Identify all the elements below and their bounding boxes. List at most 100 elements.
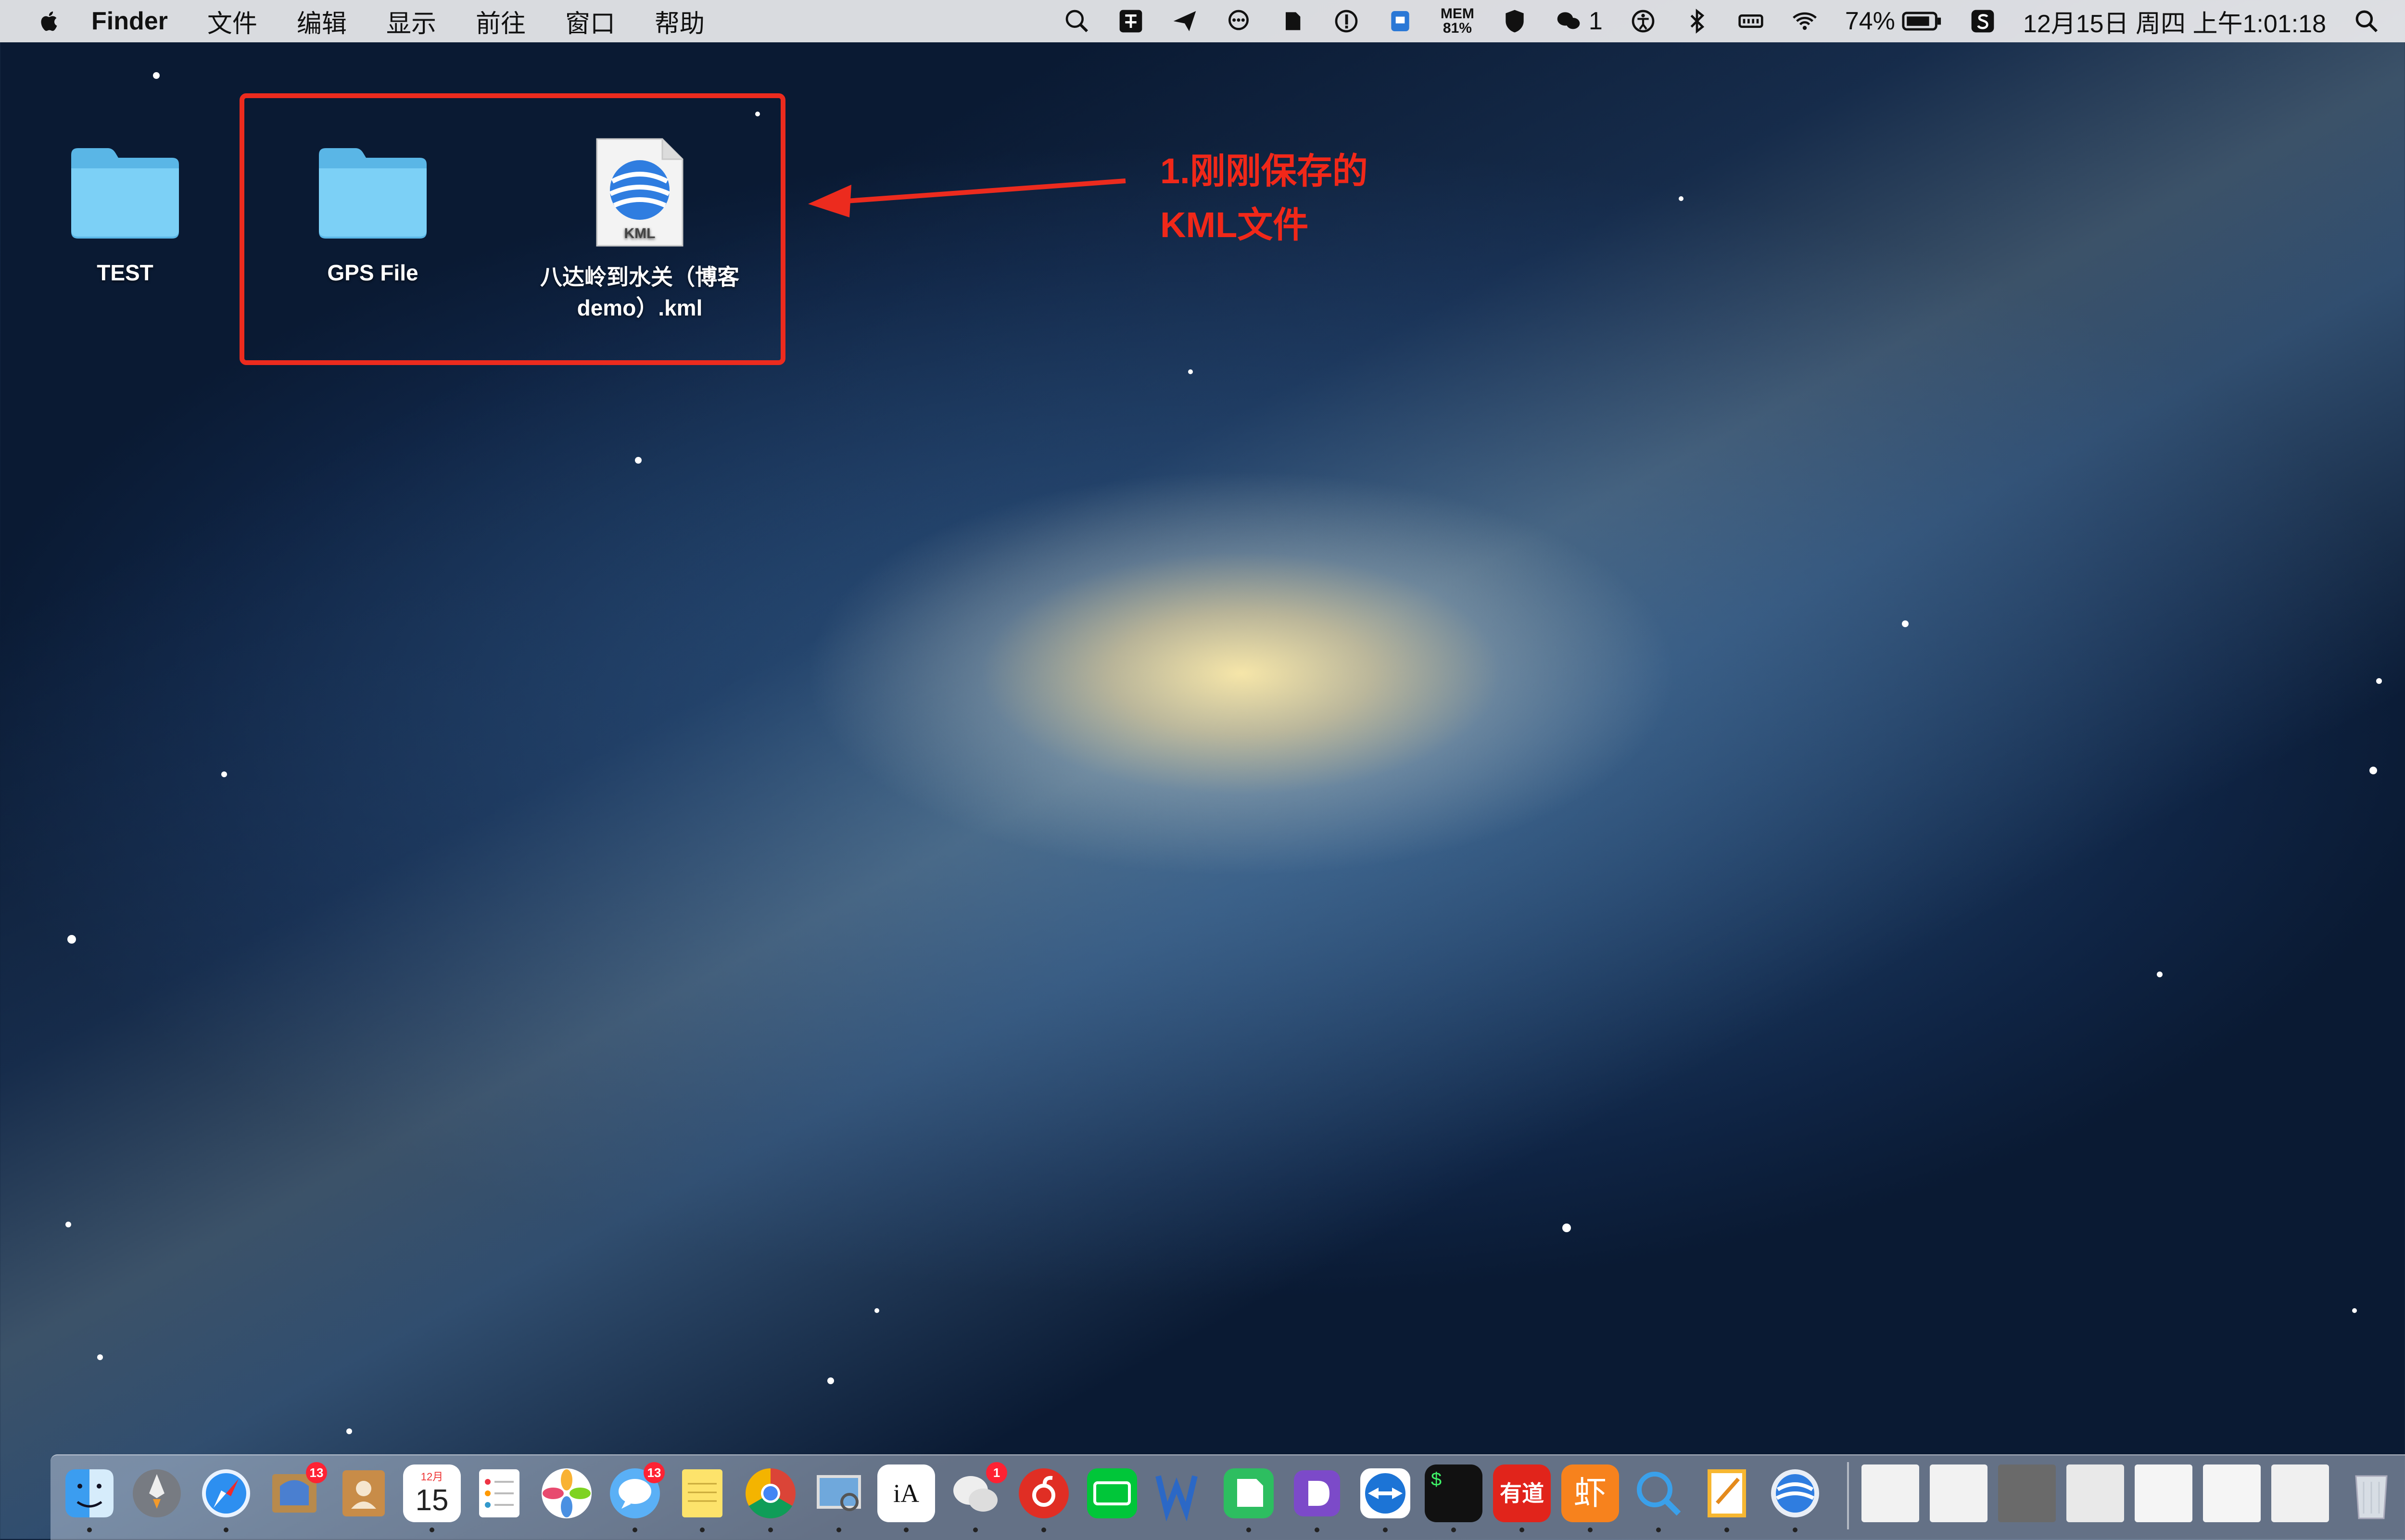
battery-status[interactable]: 74% [1845,7,1942,36]
star [153,72,160,79]
star [1188,369,1193,374]
wechat-badge: 1 [986,1462,1007,1483]
photos-dock-icon[interactable] [538,1464,595,1522]
minimized-window-4[interactable] [2066,1464,2124,1522]
star [346,1428,352,1434]
evernote-status-icon[interactable] [1279,8,1306,35]
minimized-window-2[interactable] [1930,1464,1987,1522]
youdao-dock-icon[interactable]: 有道 [1493,1464,1551,1522]
send-icon[interactable] [1171,8,1198,35]
word-dock-icon[interactable] [1152,1464,1209,1522]
evernote-dock-icon[interactable] [1220,1464,1278,1522]
qq-status-icon[interactable] [1387,8,1414,35]
search-assistant-icon[interactable] [1063,8,1090,35]
annotation-line1: 1.刚刚保存的 [1160,151,1368,191]
star [827,1377,834,1384]
sogou-input-icon[interactable] [1969,8,1996,35]
star [221,771,227,777]
clock[interactable]: 12月15日 周四 上午1:01:18 [2023,3,2326,39]
star [2369,767,2377,774]
running-indicator [1656,1527,1661,1532]
spotlight-icon[interactable] [2353,8,2380,35]
menu-bar: Finder 文件 编辑 显示 前往 窗口 帮助 MEM 81% 1 74% 1… [0,0,2405,42]
memory-meter[interactable]: MEM 81% [1441,7,1474,36]
star [1679,196,1684,201]
iqiyi-dock-icon[interactable] [1083,1464,1141,1522]
wechat-status[interactable]: 1 [1555,7,1603,36]
notes-dock-icon[interactable] [673,1464,731,1522]
contacts-dock-icon[interactable] [335,1464,392,1522]
folder-icon [71,148,179,239]
ia-writer-dock-icon[interactable]: iA [877,1464,935,1522]
running-indicator [1519,1527,1524,1532]
xiami-status-icon[interactable] [1117,8,1144,35]
minimized-window-5[interactable] [2135,1464,2192,1522]
minimized-window-1[interactable] [1861,1464,1919,1522]
minimized-window-3[interactable] [1998,1464,2056,1522]
launchpad-dock-icon[interactable] [128,1464,186,1522]
annotation-arrow [808,178,1126,217]
window-menu[interactable]: 窗口 [565,3,615,39]
xiami-dock-icon[interactable]: 虾 [1561,1464,1619,1522]
minimized-window-6[interactable] [2203,1464,2261,1522]
star [2157,972,2163,977]
running-indicator [973,1527,978,1532]
bluetooth-icon[interactable] [1684,8,1710,35]
annotation-text: 1.刚刚保存的 KML文件 [1160,144,1368,252]
wechat-count: 1 [1588,7,1603,35]
finder-dock-icon[interactable] [61,1464,118,1522]
go-menu[interactable]: 前往 [476,3,526,39]
minimized-window-7[interactable] [2271,1464,2329,1522]
running-indicator [1041,1527,1046,1532]
info-icon[interactable] [1333,8,1360,35]
shield-icon[interactable] [1501,8,1528,35]
trash-icon[interactable] [2342,1464,2400,1522]
calendar-dock-icon[interactable]: 12月 15 [403,1464,461,1522]
dash-dock-icon[interactable] [1288,1464,1346,1522]
star [2376,678,2382,684]
desktop-folder-test[interactable]: TEST [58,144,192,288]
icon-label: TEST [97,260,153,285]
chrome-dock-icon[interactable] [742,1464,799,1522]
accessibility-icon[interactable] [1630,8,1657,35]
running-indicator [1793,1527,1797,1532]
running-indicator [904,1527,909,1532]
running-indicator [633,1527,637,1532]
help-menu[interactable]: 帮助 [655,3,705,39]
dock-separator [1847,1462,1849,1529]
memory-value: 81% [1443,20,1472,36]
teamviewer-dock-icon[interactable] [1356,1464,1414,1522]
memory-chip-icon[interactable] [1737,8,1764,35]
battery-icon [1902,12,1941,31]
star [2352,1308,2357,1313]
reminders-dock-icon[interactable] [470,1464,528,1522]
wifi-icon[interactable] [1791,8,1818,35]
apple-menu-icon[interactable] [38,9,58,33]
view-menu[interactable]: 显示 [386,3,436,39]
netease-music-dock-icon[interactable] [1015,1464,1073,1522]
terminal-dock-icon[interactable]: $ [1425,1464,1482,1522]
google-earth-dock-icon[interactable] [1766,1464,1824,1522]
running-indicator [430,1527,434,1532]
file-menu[interactable]: 文件 [207,3,257,39]
quicklook-search-dock-icon[interactable] [1630,1464,1687,1522]
battery-percent: 74% [1845,7,1895,35]
status-area: MEM 81% 1 74% 12月15日 周四 上午1:01:18 [1037,0,2405,42]
annotation-line2: KML文件 [1160,205,1309,245]
running-indicator [1451,1527,1456,1532]
preview-dock-icon[interactable] [810,1464,868,1522]
star [97,1354,103,1360]
running-indicator [1588,1527,1593,1532]
pages-dock-icon[interactable] [1698,1464,1756,1522]
running-indicator [1315,1527,1319,1532]
running-indicator [836,1527,841,1532]
finder-menu[interactable]: Finder [91,7,168,36]
wechat-icon [1557,12,1580,29]
running-indicator [1724,1527,1729,1532]
star [65,1222,71,1227]
edit-menu[interactable]: 编辑 [297,3,347,39]
mail-badge: 13 [306,1462,327,1483]
chat-bubble-icon[interactable] [1225,8,1252,35]
safari-dock-icon[interactable] [197,1464,255,1522]
star [1902,620,1909,627]
